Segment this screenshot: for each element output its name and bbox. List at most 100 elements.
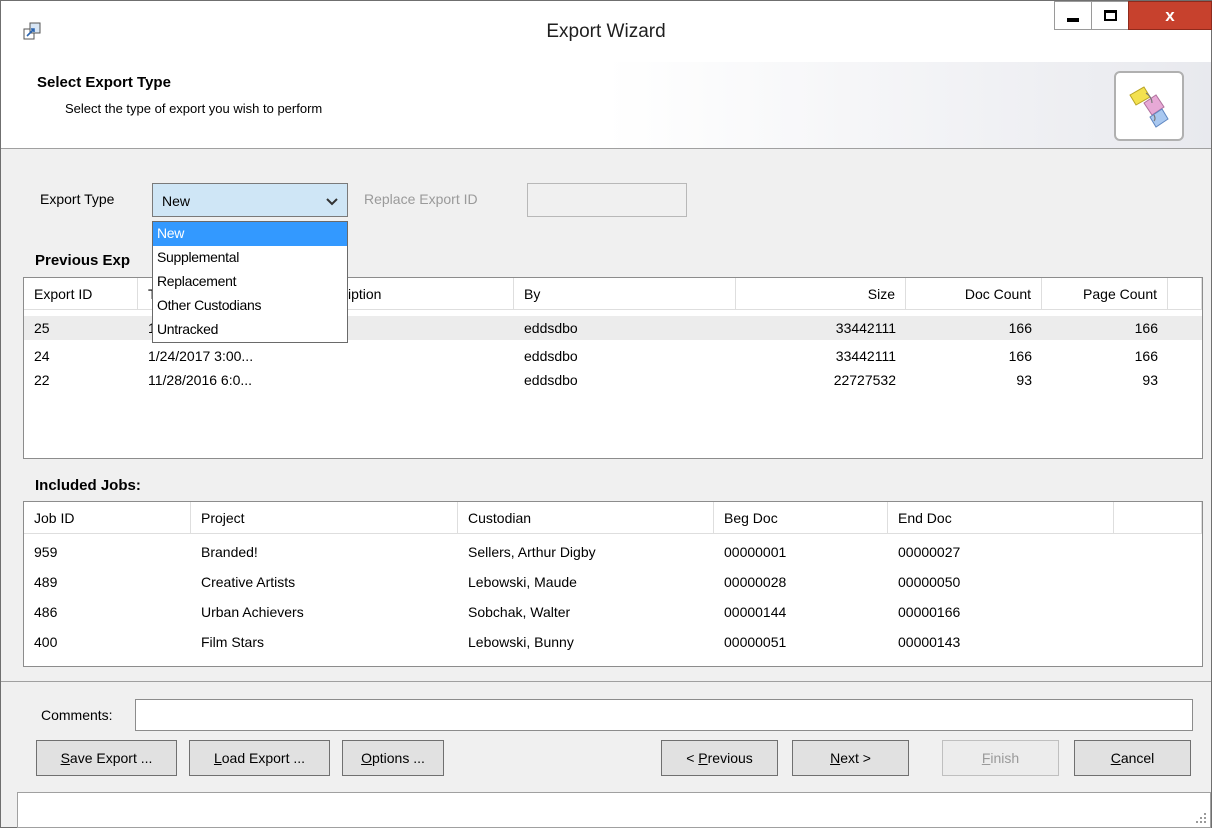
cell-by: eddsdbo <box>524 320 578 336</box>
cell-size: 33442111 <box>835 348 896 364</box>
export-type-combobox[interactable]: New <box>152 183 348 217</box>
status-bar <box>17 792 1211 828</box>
export-type-dropdown-list[interactable]: New Supplemental Replacement Other Custo… <box>152 221 348 343</box>
previous-accel: P <box>698 750 708 766</box>
chevron-down-icon <box>326 198 338 206</box>
comments-field[interactable] <box>135 699 1193 731</box>
cell-doc-count: 166 <box>1008 348 1032 364</box>
cell-job-id: 959 <box>34 544 58 560</box>
next-accel: N <box>830 750 841 766</box>
export-wizard-window: Export Wizard x Select Export Type Selec… <box>0 0 1212 828</box>
dropdown-option-new[interactable]: New <box>153 222 347 246</box>
header-title: Select Export Type <box>37 74 171 91</box>
cell-custodian: Sellers, Arthur Digby <box>468 544 596 560</box>
column-job-id[interactable]: Job ID <box>24 502 191 534</box>
cell-end-doc: 00000027 <box>898 544 961 560</box>
minimize-button[interactable] <box>1054 1 1092 30</box>
next-button[interactable]: Next > <box>792 740 909 776</box>
next-label: ext > <box>840 750 871 766</box>
save-export-button[interactable]: Save Export ... <box>36 740 177 776</box>
table-row[interactable]: 400 Film Stars Lebowski, Bunny 00000051 … <box>24 630 1202 654</box>
cell-end-doc: 00000143 <box>898 634 961 650</box>
export-wizard-graphic-icon <box>1114 71 1184 141</box>
export-type-value: New <box>162 193 191 209</box>
table-row[interactable]: 22 11/28/2016 6:0... eddsdbo 22727532 93… <box>24 368 1202 392</box>
previous-button[interactable]: < Previous <box>661 740 778 776</box>
column-project[interactable]: Project <box>191 502 458 534</box>
cancel-label: ancel <box>1120 750 1155 766</box>
table-row[interactable]: 24 1/24/2017 3:00... eddsdbo 33442111 16… <box>24 344 1202 368</box>
cell-job-id: 486 <box>34 604 58 620</box>
maximize-button[interactable] <box>1091 1 1129 30</box>
finish-button: Finish <box>942 740 1059 776</box>
column-description[interactable]: iption <box>348 278 514 310</box>
dropdown-option-supplemental[interactable]: Supplemental <box>153 246 347 270</box>
dropdown-option-other-custodians[interactable]: Other Custodians <box>153 294 347 318</box>
table-row[interactable]: 486 Urban Achievers Sobchak, Walter 0000… <box>24 600 1202 624</box>
title-bar: Export Wizard x <box>1 1 1212 62</box>
cell-page-count: 93 <box>1142 372 1158 388</box>
column-by[interactable]: By <box>514 278 736 310</box>
table-row[interactable]: 489 Creative Artists Lebowski, Maude 000… <box>24 570 1202 594</box>
column-end-doc[interactable]: End Doc <box>888 502 1114 534</box>
column-filler <box>1168 278 1202 310</box>
load-export-button[interactable]: Load Export ... <box>189 740 330 776</box>
cell-export-id: 25 <box>34 320 50 336</box>
minimize-icon <box>1067 18 1079 22</box>
comments-label: Comments: <box>41 707 113 723</box>
cell-end-doc: 00000166 <box>898 604 961 620</box>
close-icon: x <box>1165 5 1175 25</box>
dropdown-option-untracked[interactable]: Untracked <box>153 318 347 342</box>
dropdown-option-replacement[interactable]: Replacement <box>153 270 347 294</box>
cell-page-count: 166 <box>1134 320 1158 336</box>
wizard-graphic-svg <box>1129 86 1169 128</box>
included-jobs-label: Included Jobs: <box>35 477 141 494</box>
window-title: Export Wizard <box>546 21 666 42</box>
cell-export-id: 24 <box>34 348 50 364</box>
cell-by: eddsdbo <box>524 348 578 364</box>
save-export-accel: S <box>60 750 70 766</box>
save-export-label: ave Export ... <box>69 750 153 766</box>
cell-beg-doc: 00000051 <box>724 634 787 650</box>
cell-custodian: Sobchak, Walter <box>468 604 571 620</box>
previous-prefix: < <box>686 750 699 766</box>
load-export-accel: L <box>213 750 222 766</box>
cell-doc-count: 93 <box>1016 372 1032 388</box>
cell-size: 33442111 <box>835 320 896 336</box>
column-size[interactable]: Size <box>736 278 906 310</box>
maximize-icon <box>1103 10 1117 21</box>
cell-date: 11/28/2016 6:0... <box>148 372 253 388</box>
included-jobs-list[interactable]: Job ID Project Custodian Beg Doc End Doc… <box>23 501 1203 667</box>
export-type-label: Export Type <box>40 191 115 207</box>
cell-project: Branded! <box>201 544 258 560</box>
cell-beg-doc: 00000001 <box>724 544 787 560</box>
options-accel: O <box>361 750 372 766</box>
close-button[interactable]: x <box>1128 1 1212 30</box>
options-button[interactable]: Options ... <box>342 740 444 776</box>
column-export-id[interactable]: Export ID <box>24 278 138 310</box>
cell-doc-count: 166 <box>1008 320 1032 336</box>
options-label: ptions ... <box>371 750 425 766</box>
header-subtitle: Select the type of export you wish to pe… <box>65 101 323 116</box>
resize-grip-icon[interactable] <box>1195 812 1207 824</box>
cell-end-doc: 00000050 <box>898 574 961 590</box>
column-beg-doc[interactable]: Beg Doc <box>714 502 888 534</box>
previous-label: revious <box>707 750 753 766</box>
cancel-button[interactable]: Cancel <box>1074 740 1191 776</box>
cell-job-id: 400 <box>34 634 58 650</box>
cell-page-count: 166 <box>1134 348 1158 364</box>
cell-custodian: Lebowski, Bunny <box>468 634 574 650</box>
replace-export-id-field <box>527 183 687 217</box>
table-row[interactable]: 959 Branded! Sellers, Arthur Digby 00000… <box>24 540 1202 564</box>
column-page-count[interactable]: Page Count <box>1042 278 1168 310</box>
finish-accel: F <box>981 750 991 766</box>
cell-date: 1/24/2017 3:00... <box>148 348 254 364</box>
cell-project: Creative Artists <box>201 574 296 590</box>
column-custodian[interactable]: Custodian <box>458 502 714 534</box>
cell-export-id: 22 <box>34 372 50 388</box>
included-jobs-header: Job ID Project Custodian Beg Doc End Doc <box>24 502 1202 534</box>
column-doc-count[interactable]: Doc Count <box>906 278 1042 310</box>
column-filler <box>1114 502 1202 534</box>
cell-size: 22727532 <box>833 372 896 388</box>
cell-project: Film Stars <box>201 634 264 650</box>
